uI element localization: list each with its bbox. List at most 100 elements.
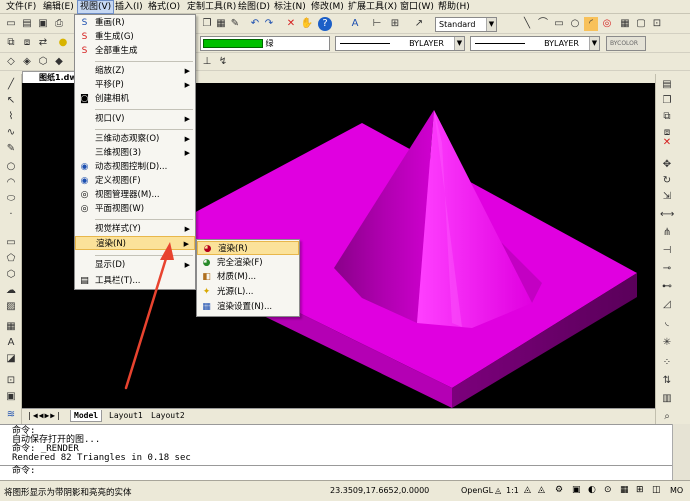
wedge-icon[interactable]: ◈ <box>20 55 34 69</box>
menu-item-create-camera[interactable]: ◙ 创建相机 <box>75 92 195 106</box>
new-icon[interactable]: ▭ <box>4 17 18 31</box>
trim-icon[interactable]: ⋔ <box>660 226 674 239</box>
point-icon[interactable]: · <box>4 208 18 221</box>
dim-style-icon[interactable]: ⊢ <box>370 17 384 31</box>
layer-manager-icon[interactable]: ⧉ <box>4 36 18 50</box>
ucs-icon[interactable]: ⊥ <box>200 55 214 69</box>
close-icon[interactable]: ✕ <box>284 17 298 31</box>
lightbulb-icon[interactable]: ● <box>56 36 70 50</box>
copy-object-icon[interactable]: ❐ <box>660 94 674 107</box>
tab-model[interactable]: Model <box>70 410 103 422</box>
menu-modify[interactable]: 修改(M) <box>311 1 344 13</box>
menu-item-define-view[interactable]: ◉ 定义视图(F) <box>75 174 195 188</box>
menu-dimension[interactable]: 标注(N) <box>274 1 306 13</box>
annotation-visibility-icon[interactable]: ◬ <box>524 485 531 495</box>
menu-item-regen[interactable]: S 重生成(G) <box>75 30 195 44</box>
align-icon[interactable]: ⇅ <box>660 374 674 387</box>
menu-window[interactable]: 窗口(W) <box>400 1 434 13</box>
tab-layout1[interactable]: Layout1 <box>106 410 146 421</box>
menu-item-zoom[interactable]: 缩放(Z) ▶ <box>75 64 195 78</box>
open-icon[interactable]: ▤ <box>20 17 34 31</box>
explode-icon[interactable]: ✳ <box>660 336 674 349</box>
rectangle-icon[interactable]: ▭ <box>4 236 18 249</box>
pan-icon[interactable]: ✋ <box>300 17 314 31</box>
zoom-icon[interactable]: ⌕ <box>660 410 674 423</box>
circle-icon[interactable]: ○ <box>568 17 582 31</box>
extend-icon[interactable]: ⊣ <box>660 244 674 257</box>
region-icon[interactable]: ⬡ <box>4 268 18 281</box>
block-icon[interactable]: ◪ <box>4 352 18 365</box>
line-icon[interactable]: ╲ <box>520 17 534 31</box>
construction-line-icon[interactable]: ↖ <box>4 94 18 107</box>
menu-item-regen-all[interactable]: S 全部重生成 <box>75 44 195 58</box>
menu-item-render-now[interactable]: ◕ 渲染(R) <box>197 241 299 255</box>
rectangle-icon[interactable]: ▭ <box>552 17 566 31</box>
stretch-icon[interactable]: ⟷ <box>660 208 674 221</box>
polygon-icon[interactable]: ⬠ <box>4 252 18 265</box>
insert-icon[interactable]: ⊡ <box>650 17 664 31</box>
box-icon[interactable]: ◇ <box>4 55 18 69</box>
table-icon[interactable]: ▦ <box>4 320 18 333</box>
block-icon[interactable]: ▢ <box>634 17 648 31</box>
menu-item-pan[interactable]: 平移(P) ▶ <box>75 78 195 92</box>
text-style-select[interactable]: Standard ▼ <box>435 17 497 32</box>
annotation-scale[interactable]: 1:1 <box>506 486 519 495</box>
menu-item-plan-view[interactable]: ◎ 平面视图(W) <box>75 202 195 216</box>
save-icon[interactable]: ▣ <box>36 17 50 31</box>
image-icon[interactable]: ▣ <box>4 390 18 403</box>
table-style-icon[interactable]: ⊞ <box>388 17 402 31</box>
join-icon[interactable]: ⊷ <box>660 280 674 293</box>
menu-file[interactable]: 文件(F) <box>6 1 36 13</box>
line-icon[interactable]: ╱ <box>4 78 18 91</box>
menu-item-view-manager[interactable]: ◎ 视图管理器(M)... <box>75 188 195 202</box>
lock-icon[interactable]: ▣ <box>572 485 581 495</box>
color-select[interactable]: 绿 <box>200 36 330 51</box>
insert-block-icon[interactable]: ⊡ <box>4 374 18 387</box>
properties-icon[interactable]: ▥ <box>660 392 674 405</box>
lineweight-select[interactable]: BYLAYER ▼ <box>470 36 600 51</box>
isolate-icon[interactable]: ◐ <box>588 485 596 495</box>
menu-draw[interactable]: 绘图(D) <box>238 1 270 13</box>
break-icon[interactable]: ⊸ <box>660 262 674 275</box>
menu-custom-tools[interactable]: 定制工具(R) <box>187 1 236 13</box>
plot-style-select[interactable]: BYCOLOR <box>606 36 646 51</box>
layer-prev-icon[interactable]: ⇄ <box>36 36 50 50</box>
mtext-icon[interactable]: A <box>4 336 18 349</box>
menu-item-viewports[interactable]: 视口(V) ▶ <box>75 112 195 126</box>
pencil-icon[interactable]: ✎ <box>4 142 18 155</box>
arc-icon[interactable]: ◠ <box>4 176 18 189</box>
polyline-icon[interactable]: ⌇ <box>4 110 18 123</box>
move-icon[interactable]: ✥ <box>660 158 674 171</box>
spline-icon[interactable]: ∿ <box>4 126 18 139</box>
menu-item-3d-views[interactable]: 三维视图(3) ▶ <box>75 146 195 160</box>
menu-item-full-render[interactable]: ◕ 完全渲染(F) <box>197 256 299 270</box>
delete-icon[interactable]: ✕ <box>660 136 674 149</box>
erase-icon[interactable]: ▤ <box>660 78 674 91</box>
menu-help[interactable]: 帮助(H) <box>438 1 470 13</box>
revolve-icon[interactable]: ◆ <box>52 55 66 69</box>
text-style-icon[interactable]: A <box>348 17 362 31</box>
renderer-label[interactable]: OpenGL <box>461 486 493 495</box>
ellipse-icon[interactable]: ⬭ <box>4 192 18 205</box>
help-icon[interactable]: ? <box>318 17 332 31</box>
command-scrollbar[interactable] <box>672 424 690 480</box>
menu-item-redraw[interactable]: S 重画(R) <box>75 16 195 30</box>
layer-icon[interactable]: ≋ <box>4 408 18 421</box>
menu-item-lights[interactable]: ✦ 光源(L)... <box>197 285 299 299</box>
copy-icon[interactable]: ❐ <box>200 17 214 31</box>
hatch-icon[interactable]: ▨ <box>4 300 18 313</box>
grid-status-icon[interactable]: ▦ <box>620 485 629 495</box>
command-line[interactable]: 命令: 自动保存打开的图... 命令: _RENDER Rendered 82 … <box>0 424 672 480</box>
menu-edit[interactable]: 编辑(E) <box>43 1 74 13</box>
command-prompt[interactable]: 命令: <box>0 465 672 476</box>
mleader-style-icon[interactable]: ↗ <box>412 17 426 31</box>
polyline-icon[interactable]: ⌒ <box>536 17 550 31</box>
snap-tracking-icon[interactable]: ↯ <box>216 55 230 69</box>
menu-format[interactable]: 格式(O) <box>148 1 180 13</box>
annotation-scale-icon[interactable]: ◬ <box>495 486 501 495</box>
chamfer-icon[interactable]: ◿ <box>660 298 674 311</box>
extrude-icon[interactable]: ⬡ <box>36 55 50 69</box>
ortho-status-icon[interactable]: ⊞ <box>636 485 644 495</box>
paste-icon[interactable]: ▦ <box>214 17 228 31</box>
menu-insert[interactable]: 插入(I) <box>115 1 143 13</box>
